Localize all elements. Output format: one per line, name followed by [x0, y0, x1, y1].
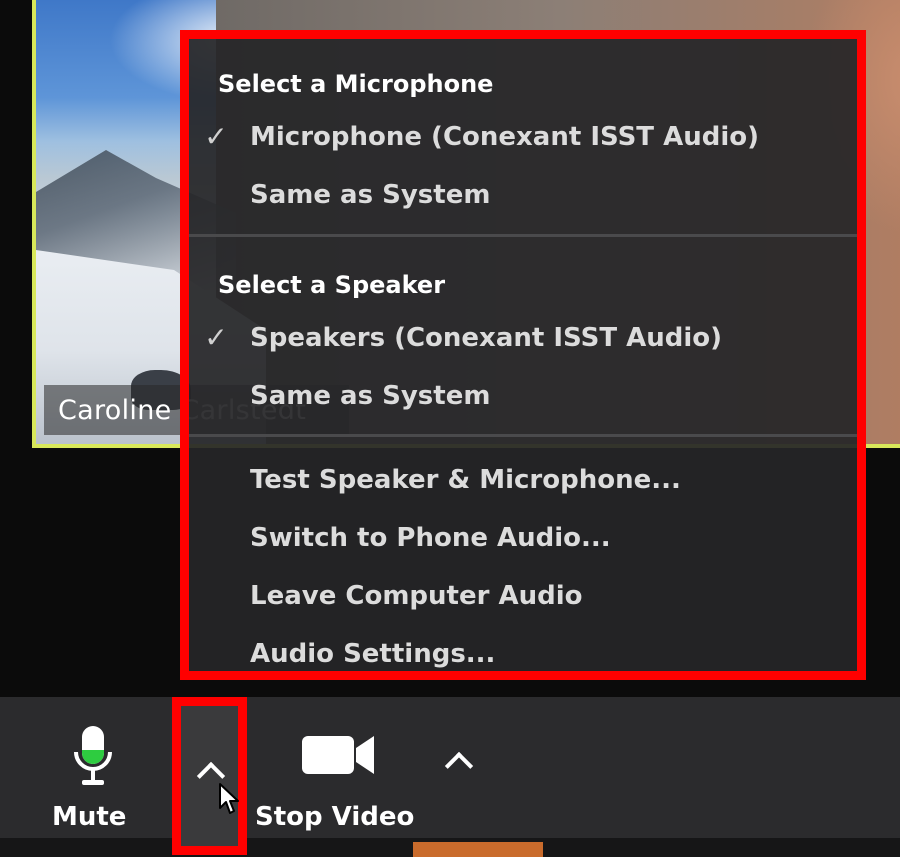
video-options-button[interactable] — [435, 730, 490, 790]
checkmark-icon: ✓ — [204, 321, 228, 354]
chevron-up-icon — [444, 751, 474, 781]
menu-item-switch-to-phone-audio[interactable]: Switch to Phone Audio... — [201, 517, 845, 567]
menu-item-audio-settings[interactable]: Audio Settings... — [201, 633, 845, 683]
toolbar-bottom-strip — [0, 838, 900, 857]
menu-item-microphone-conexant[interactable]: ✓ Microphone (Conexant ISST Audio) — [201, 116, 845, 166]
stop-video-button[interactable]: Stop Video — [250, 710, 430, 840]
menu-item-microphone-same-as-system[interactable]: Same as System — [201, 174, 845, 224]
toolbar-accent-bar — [413, 842, 543, 857]
menu-divider — [189, 434, 857, 437]
checkmark-icon: ✓ — [204, 120, 228, 153]
speaker-section-heading: Select a Speaker — [218, 271, 446, 299]
menu-item-label: Leave Computer Audio — [250, 581, 583, 611]
mic-icon — [74, 726, 112, 785]
menu-item-speaker-same-as-system[interactable]: Same as System — [201, 375, 845, 425]
menu-item-label: Microphone (Conexant ISST Audio) — [250, 122, 759, 152]
menu-item-label: Switch to Phone Audio... — [250, 523, 611, 553]
menu-item-label: Same as System — [250, 180, 491, 210]
menu-item-leave-computer-audio[interactable]: Leave Computer Audio — [201, 575, 845, 625]
mute-label: Mute — [52, 802, 127, 832]
menu-item-label: Same as System — [250, 381, 491, 411]
menu-divider — [189, 234, 857, 237]
audio-options-menu: Select a Microphone ✓ Microphone (Conexa… — [180, 30, 866, 680]
menu-item-label: Speakers (Conexant ISST Audio) — [250, 323, 723, 353]
menu-item-speakers-conexant[interactable]: ✓ Speakers (Conexant ISST Audio) — [201, 317, 845, 367]
stop-video-label: Stop Video — [255, 802, 415, 832]
microphone-section-heading: Select a Microphone — [218, 70, 494, 98]
audio-options-button[interactable] — [172, 697, 247, 855]
menu-item-label: Audio Settings... — [250, 639, 496, 669]
menu-item-label: Test Speaker & Microphone... — [250, 465, 681, 495]
mute-button[interactable]: Mute — [38, 710, 153, 840]
cursor-icon — [219, 783, 239, 814]
camera-icon — [302, 736, 374, 774]
menu-item-test-speaker-microphone[interactable]: Test Speaker & Microphone... — [201, 459, 845, 509]
